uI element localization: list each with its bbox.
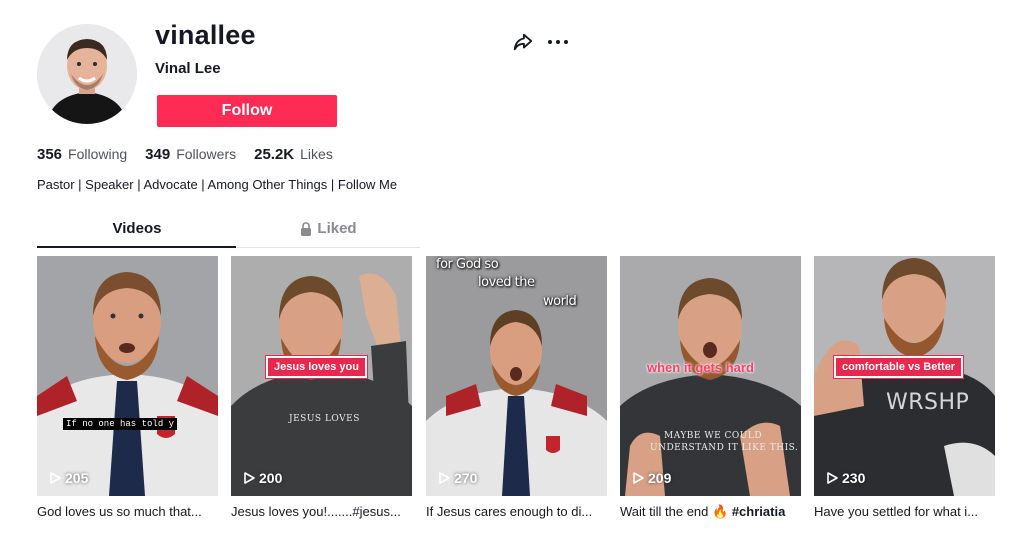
tab-videos-label: Videos <box>112 220 162 237</box>
view-count-value: 270 <box>454 470 478 486</box>
video-thumbnail[interactable]: comfortable vs Better WRSHP 230 <box>814 256 995 496</box>
video-grid: If no one has told y 205 God loves us so… <box>37 256 997 526</box>
nickname: Vinal Lee <box>155 60 221 77</box>
video-overlay-text: comfortable vs Better <box>834 356 964 378</box>
view-count: 209 <box>632 470 671 486</box>
tab-videos[interactable]: Videos <box>37 220 237 248</box>
shirt-text: MAYBE WE COULD <box>664 431 763 441</box>
profile-tabs: Videos Liked <box>37 220 420 248</box>
view-count-value: 200 <box>259 470 283 486</box>
username: vinallee <box>155 20 256 50</box>
video-card[interactable]: comfortable vs Better WRSHP 230 Have you… <box>814 256 995 519</box>
video-overlay-text: when it gets hard <box>647 360 754 375</box>
bio: Pastor | Speaker | Advocate | Among Othe… <box>37 177 398 192</box>
video-caption[interactable]: Have you settled for what i... <box>814 504 995 519</box>
play-icon <box>827 472 838 484</box>
video-card[interactable]: when it gets hard MAYBE WE COULD UNDERST… <box>620 256 801 520</box>
followers-stat[interactable]: 349 Followers <box>145 146 236 163</box>
video-caption[interactable]: If Jesus cares enough to di... <box>426 504 607 519</box>
video-card[interactable]: Jesus loves you JESUS LOVES 200 Jesus lo… <box>231 256 412 519</box>
likes-label: Likes <box>300 146 333 162</box>
video-overlay-line: loved the <box>478 275 535 290</box>
tab-liked-label: Liked <box>317 220 357 237</box>
shirt-text: UNDERSTAND IT LIKE THIS. <box>650 443 799 453</box>
video-thumbnail[interactable]: for God so loved the world 270 <box>426 256 607 496</box>
video-overlay-text: If no one has told y <box>63 418 178 430</box>
lock-icon <box>301 222 312 236</box>
following-label: Following <box>68 146 128 162</box>
video-overlay-line: for God so <box>436 257 499 272</box>
video-overlay-text: Jesus loves you <box>266 356 367 378</box>
following-count: 356 <box>37 146 63 163</box>
video-card[interactable]: If no one has told y 205 God loves us so… <box>37 256 218 519</box>
view-count: 200 <box>243 470 282 486</box>
followers-label: Followers <box>176 146 237 162</box>
tab-liked[interactable]: Liked <box>237 220 420 248</box>
view-count: 230 <box>826 470 865 486</box>
play-icon <box>633 472 644 484</box>
likes-count: 25.2K <box>254 146 295 163</box>
profile-stats: 356 Following 349 Followers 25.2K Likes <box>37 146 351 163</box>
view-count-value: 230 <box>842 470 866 486</box>
video-card[interactable]: for God so loved the world 270 If Jesus … <box>426 256 607 519</box>
likes-stat: 25.2K Likes <box>254 146 333 163</box>
video-overlay-line: world <box>543 294 577 309</box>
shirt-text: WRSHP <box>886 390 970 415</box>
video-frame <box>426 256 607 496</box>
view-count: 270 <box>438 470 477 486</box>
view-count-value: 205 <box>65 470 89 486</box>
follow-button[interactable]: Follow <box>157 95 337 127</box>
video-frame <box>37 256 218 496</box>
active-tab-indicator <box>37 246 236 248</box>
video-caption[interactable]: Wait till the end 🔥 #chriatia <box>620 504 801 520</box>
play-icon <box>439 472 450 484</box>
play-icon <box>244 472 255 484</box>
avatar-image <box>37 24 137 124</box>
video-thumbnail[interactable]: Jesus loves you JESUS LOVES 200 <box>231 256 412 496</box>
share-arrow-icon[interactable] <box>512 31 534 53</box>
video-thumbnail[interactable]: If no one has told y 205 <box>37 256 218 496</box>
view-count: 205 <box>49 470 88 486</box>
video-frame <box>620 256 801 496</box>
hashtag-link[interactable]: #chriatia <box>732 504 785 519</box>
play-icon <box>50 472 61 484</box>
video-caption[interactable]: God loves us so much that... <box>37 504 218 519</box>
followers-count: 349 <box>145 146 171 163</box>
following-stat[interactable]: 356 Following <box>37 146 127 163</box>
video-caption-text: Wait till the end 🔥 <box>620 504 729 519</box>
view-count-value: 209 <box>648 470 672 486</box>
ellipsis-icon[interactable] <box>546 31 570 53</box>
video-thumbnail[interactable]: when it gets hard MAYBE WE COULD UNDERST… <box>620 256 801 496</box>
shirt-text: JESUS LOVES <box>289 414 360 424</box>
video-caption[interactable]: Jesus loves you!.......#jesus... <box>231 504 412 519</box>
avatar[interactable] <box>37 24 137 124</box>
